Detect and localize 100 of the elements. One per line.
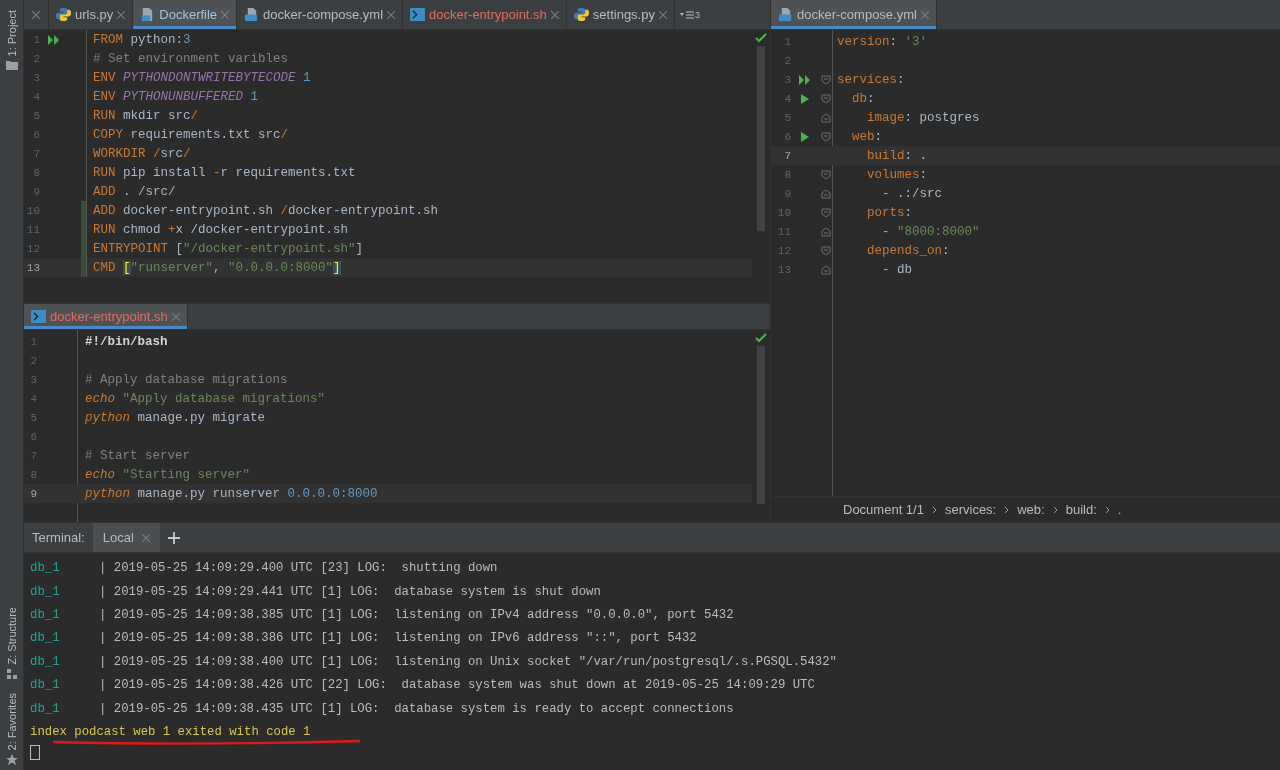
log-text: | 2019-05-25 14:09:38.400 UTC [1] LOG: listening on Unix socket "/var/run/postgresql/.s.PGSQL.5432" (99, 654, 837, 669)
code-line: # Apply database migrations (84, 372, 288, 387)
line-number: 9 (29, 487, 37, 500)
log-text: | 2019-05-25 14:09:38.426 UTC [22] LOG: database system was shut down at 2019-05-25 14:09:29 UTC (99, 678, 815, 693)
fold-icon[interactable] (821, 207, 831, 218)
editor-tab[interactable]: docker-entrypoint.sh (403, 0, 567, 29)
line-number: 4 (783, 92, 791, 105)
run-all-icon[interactable] (48, 34, 60, 45)
fold-icon[interactable] (821, 74, 831, 85)
chevron-icon (931, 506, 937, 514)
scrollbar[interactable] (757, 346, 765, 504)
fold-icon[interactable] (821, 245, 831, 256)
line-number: 3 (32, 71, 40, 84)
side-tab[interactable]: Z: Structure (5, 597, 18, 683)
line-number: 11 (776, 225, 791, 238)
log-text: | 2019-05-25 14:09:38.386 UTC [1] LOG: listening on IPv6 address "::", port 5432 (99, 631, 697, 646)
breadcrumb-item[interactable]: services: (944, 502, 997, 518)
line-number: 3 (29, 373, 37, 386)
add-icon[interactable] (167, 532, 180, 544)
close-icon[interactable] (32, 10, 40, 19)
code-line: image: postgres (866, 110, 980, 125)
close-icon[interactable] (171, 312, 180, 321)
breadcrumb-item[interactable]: . (1117, 502, 1122, 518)
star-icon (5, 754, 18, 766)
service-name: db_1 (30, 701, 61, 716)
code-line: echo "Apply database migrations" (84, 391, 326, 406)
breadcrumb-item[interactable]: web: (1017, 502, 1045, 518)
code-line: version: '3' (836, 34, 928, 49)
code-line: volumes: (866, 167, 928, 182)
service-name: db_1 (30, 678, 61, 693)
terminal-file-icon (410, 8, 426, 21)
service-name: db_1 (30, 631, 61, 646)
line-number: 3 (783, 73, 791, 86)
status-text: index podcast web 1 exited with code 1 (30, 724, 311, 739)
tab-overflow-button[interactable]: 3 (674, 0, 705, 29)
python-file-icon (573, 7, 589, 22)
code-line: ENTRYPOINT ["/docker-entrypoint.sh"] (93, 241, 364, 256)
fold-end-icon[interactable] (821, 264, 831, 275)
line-number: 4 (29, 392, 37, 405)
code-line: depends_on: (866, 243, 950, 258)
panel-title: Terminal: (31, 530, 86, 546)
text-cursor (30, 744, 40, 760)
breadcrumb-item[interactable]: build: (1065, 502, 1097, 518)
line-number: 12 (776, 244, 791, 257)
code-line: # Start server (84, 448, 191, 463)
side-tab[interactable]: 1: Project (5, 0, 18, 75)
editor-tab[interactable]: docker-compose.yml (771, 0, 937, 29)
fold-icon[interactable] (821, 93, 831, 104)
fold-icon[interactable] (821, 169, 831, 180)
line-number: 11 (25, 223, 40, 236)
terminal-tab[interactable]: Local (92, 523, 160, 553)
python-file-icon (56, 7, 71, 22)
line-number: 10 (776, 206, 791, 219)
close-icon[interactable] (117, 10, 126, 19)
editor-tab[interactable]: docker-compose.yml (237, 0, 404, 29)
chevron-icon (1104, 506, 1110, 514)
line-number: 10 (25, 204, 40, 217)
editor-tab[interactable]: Dockerfile (133, 0, 238, 29)
code-line: RUN mkdir src/ (93, 108, 199, 123)
check-icon (755, 33, 767, 43)
compose-file-icon (244, 7, 260, 22)
line-number: 13 (25, 261, 40, 274)
close-icon[interactable] (658, 10, 667, 19)
chevron-icon (1004, 506, 1010, 514)
run-icon[interactable] (801, 93, 809, 104)
code-line: build: . (866, 148, 928, 163)
code-line: python manage.py migrate (84, 410, 266, 425)
code-line: WORKDIR /src/ (93, 146, 191, 161)
code-line: db: (851, 91, 875, 106)
run-icon[interactable] (801, 131, 809, 142)
code-line: RUN pip install -r requirements.txt (93, 165, 356, 180)
code-line: ADD . /src/ (93, 184, 176, 199)
code-line: services: (836, 72, 905, 87)
close-icon[interactable] (920, 10, 929, 19)
log-text: | 2019-05-25 14:09:38.385 UTC [1] LOG: listening on IPv4 address "0.0.0.0", port 5432 (99, 607, 734, 622)
close-icon[interactable] (221, 10, 230, 19)
editor-tab[interactable]: settings.py (566, 0, 675, 29)
scrollbar[interactable] (757, 46, 765, 231)
close-icon[interactable] (550, 10, 559, 19)
side-tab[interactable]: 2: Favorites (5, 682, 18, 770)
service-name: db_1 (30, 561, 61, 576)
line-number: 7 (29, 449, 37, 462)
fold-end-icon[interactable] (821, 226, 831, 237)
line-number: 12 (25, 242, 40, 255)
code-line: - db (881, 262, 912, 277)
service-name: db_1 (30, 607, 61, 622)
code-line: ADD docker-entrypoint.sh /docker-entrypoint.sh (93, 203, 439, 218)
fold-icon[interactable] (821, 131, 831, 142)
line-number: 13 (776, 263, 791, 276)
close-icon[interactable] (387, 10, 396, 19)
run-all-icon[interactable] (799, 74, 811, 85)
breadcrumb-item[interactable]: Document 1/1 (843, 502, 924, 518)
code-line: - .:/src (881, 186, 943, 201)
code-line: web: (851, 129, 883, 144)
fold-end-icon[interactable] (821, 188, 831, 199)
fold-end-icon[interactable] (821, 112, 831, 123)
close-icon[interactable] (141, 534, 150, 542)
line-number: 7 (783, 149, 791, 162)
code-line: python manage.py runserver 0.0.0.0:8000 (84, 486, 378, 501)
log-text: | 2019-05-25 14:09:29.441 UTC [1] LOG: database system is shut down (99, 584, 601, 599)
